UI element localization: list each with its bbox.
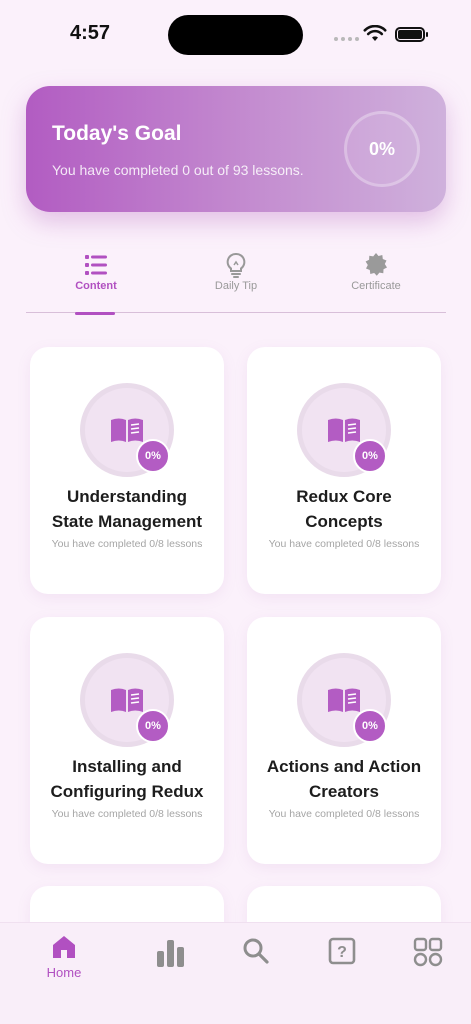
module-title-line: Creators — [309, 782, 379, 801]
home-icon — [53, 936, 75, 958]
status-bar: 4:57 — [0, 0, 471, 70]
tab-content[interactable]: Content — [26, 245, 166, 315]
book-icon — [328, 688, 360, 712]
nav-home-label: Home — [46, 965, 82, 980]
module-percent-badge: 0% — [136, 439, 170, 473]
badge-icon — [365, 253, 387, 276]
module-title-line: Redux Core — [296, 487, 392, 506]
dynamic-island — [168, 15, 303, 55]
list-icon — [85, 255, 107, 275]
svg-text:?: ? — [337, 944, 347, 961]
bottom-navigation: Home ? — [0, 922, 471, 1024]
module-progress-text: You have completed 0/8 lessons — [268, 808, 420, 820]
tab-label: Certificate — [351, 280, 401, 292]
module-title: Installing and Configuring Redux — [40, 754, 214, 804]
module-card[interactable]: 0% Understanding State Management You ha… — [30, 347, 224, 594]
goal-subtitle: You have completed 0 out of 93 lessons. — [52, 162, 304, 178]
tab-certificate[interactable]: Certificate — [306, 245, 446, 313]
module-title: Understanding State Management — [40, 484, 214, 534]
module-title-line: Installing and — [72, 757, 182, 776]
active-tab-indicator — [75, 312, 115, 315]
module-title: Actions and Action Creators — [257, 754, 431, 804]
wifi-icon — [363, 25, 387, 41]
module-title-line: Understanding — [67, 487, 187, 506]
module-progress-text: You have completed 0/8 lessons — [51, 538, 203, 550]
lightbulb-icon — [226, 253, 246, 278]
nav-search[interactable] — [226, 933, 286, 993]
module-title-line: Actions and Action — [266, 757, 422, 776]
nav-apps[interactable] — [398, 933, 458, 993]
stats-icon — [157, 940, 184, 967]
apps-icon — [413, 937, 443, 967]
module-title-line: Concepts — [305, 512, 383, 531]
status-time: 4:57 — [70, 22, 111, 44]
goal-title: Today's Goal — [52, 122, 182, 145]
module-card[interactable]: 0% Actions and Action Creators You have … — [247, 617, 441, 864]
module-title: Redux Core Concepts — [257, 484, 431, 534]
search-icon — [243, 938, 269, 964]
book-icon — [111, 418, 143, 442]
nav-home[interactable]: Home — [34, 933, 94, 993]
goal-progress-ring: 0% — [344, 111, 420, 187]
tab-label: Daily Tip — [214, 280, 258, 292]
nav-help[interactable]: ? — [312, 933, 372, 993]
module-percent-badge: 0% — [353, 439, 387, 473]
tab-label: Content — [75, 280, 117, 292]
battery-icon — [395, 27, 428, 42]
section-tabs: Content Daily Tip Certificate — [26, 245, 446, 315]
module-progress-text: You have completed 0/8 lessons — [268, 538, 420, 550]
cellular-signal-icon — [334, 37, 359, 41]
book-icon — [328, 418, 360, 442]
module-progress-text: You have completed 0/8 lessons — [51, 808, 203, 820]
help-icon: ? — [328, 937, 356, 965]
module-card[interactable]: 0% Redux Core Concepts You have complete… — [247, 347, 441, 594]
module-card[interactable]: 0% Installing and Configuring Redux You … — [30, 617, 224, 864]
todays-goal-card[interactable]: Today's Goal You have completed 0 out of… — [26, 86, 446, 212]
module-percent-badge: 0% — [353, 709, 387, 743]
module-title-line: State Management — [51, 512, 203, 531]
nav-stats[interactable] — [141, 933, 201, 993]
module-percent-badge: 0% — [136, 709, 170, 743]
module-title-line: Configuring Redux — [50, 782, 204, 801]
book-icon — [111, 688, 143, 712]
goal-percent: 0% — [368, 138, 395, 159]
tab-daily-tip[interactable]: Daily Tip — [166, 245, 306, 313]
